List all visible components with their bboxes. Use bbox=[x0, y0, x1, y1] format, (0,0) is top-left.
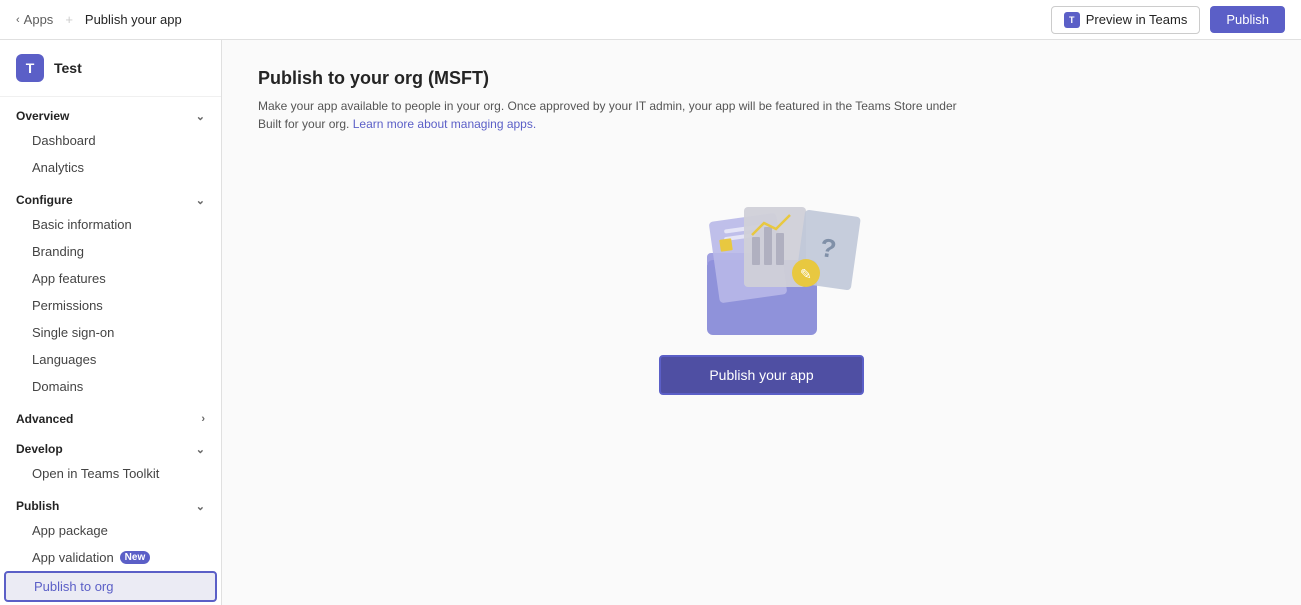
learn-more-link[interactable]: Learn more about managing apps. bbox=[353, 117, 536, 131]
publish-center: ? ✎ Publish your app bbox=[258, 165, 1265, 395]
page-title: Publish to your org (MSFT) bbox=[258, 68, 1265, 89]
app-validation-with-badge: App validation New bbox=[32, 550, 201, 565]
overview-section-header[interactable]: Overview ⌄ bbox=[0, 101, 221, 127]
sidebar-item-branding[interactable]: Branding bbox=[4, 238, 217, 265]
sidebar-section-publish: Publish ⌄ App package App validation New… bbox=[0, 491, 221, 605]
sidebar-section-overview: Overview ⌄ Dashboard Analytics bbox=[0, 101, 221, 181]
publish-illustration: ? ✎ bbox=[652, 165, 872, 345]
app-name: Test bbox=[54, 60, 82, 76]
configure-label: Configure bbox=[16, 193, 73, 207]
overview-label: Overview bbox=[16, 109, 69, 123]
sidebar-item-languages[interactable]: Languages bbox=[4, 346, 217, 373]
publish-section-header[interactable]: Publish ⌄ bbox=[0, 491, 221, 517]
chevron-right-icon: › bbox=[201, 413, 205, 425]
new-badge: New bbox=[120, 551, 151, 564]
sidebar-item-app-package[interactable]: App package bbox=[4, 517, 217, 544]
preview-in-teams-button[interactable]: T Preview in Teams bbox=[1051, 6, 1201, 34]
sidebar-item-analytics[interactable]: Analytics bbox=[4, 154, 217, 181]
sidebar-item-permissions[interactable]: Permissions bbox=[4, 292, 217, 319]
svg-text:✎: ✎ bbox=[800, 266, 812, 282]
topbar-page-title: Publish your app bbox=[85, 12, 182, 27]
advanced-section-header[interactable]: Advanced › bbox=[0, 404, 221, 430]
sidebar-section-develop: Develop ⌄ Open in Teams Toolkit bbox=[0, 434, 221, 487]
sidebar: T Test Overview ⌄ Dashboard Analytics Co… bbox=[0, 40, 222, 605]
back-label[interactable]: Apps bbox=[24, 12, 54, 27]
chevron-down-icon: ⌄ bbox=[196, 110, 205, 123]
topbar-divider: + bbox=[65, 12, 73, 27]
publish-your-app-button[interactable]: Publish your app bbox=[659, 355, 863, 395]
sidebar-app-header: T Test bbox=[0, 40, 221, 97]
sidebar-item-single-sign-on[interactable]: Single sign-on bbox=[4, 319, 217, 346]
sidebar-item-dashboard[interactable]: Dashboard bbox=[4, 127, 217, 154]
teams-logo-icon: T bbox=[1064, 12, 1080, 28]
sidebar-section-configure: Configure ⌄ Basic information Branding A… bbox=[0, 185, 221, 400]
main-layout: T Test Overview ⌄ Dashboard Analytics Co… bbox=[0, 40, 1301, 605]
topbar-right: T Preview in Teams Publish bbox=[1051, 6, 1285, 34]
develop-label: Develop bbox=[16, 442, 63, 456]
app-icon: T bbox=[16, 54, 44, 82]
topbar-publish-button[interactable]: Publish bbox=[1210, 6, 1285, 33]
topbar: ‹ Apps + Publish your app T Preview in T… bbox=[0, 0, 1301, 40]
sidebar-item-publish-to-org[interactable]: Publish to org bbox=[4, 571, 217, 602]
publish-label: Publish bbox=[16, 499, 59, 513]
chevron-down-icon-2: ⌄ bbox=[196, 194, 205, 207]
page-description: Make your app available to people in you… bbox=[258, 97, 978, 133]
app-validation-label: App validation bbox=[32, 550, 114, 565]
topbar-left: ‹ Apps + Publish your app bbox=[16, 12, 182, 27]
sidebar-section-advanced: Advanced › bbox=[0, 404, 221, 430]
main-content: Publish to your org (MSFT) Make your app… bbox=[222, 40, 1301, 605]
advanced-label: Advanced bbox=[16, 412, 73, 426]
sidebar-item-open-in-teams-toolkit[interactable]: Open in Teams Toolkit bbox=[4, 460, 217, 487]
sidebar-item-app-features[interactable]: App features bbox=[4, 265, 217, 292]
chevron-down-icon-4: ⌄ bbox=[196, 500, 205, 513]
sidebar-item-domains[interactable]: Domains bbox=[4, 373, 217, 400]
chevron-down-icon-3: ⌄ bbox=[196, 443, 205, 456]
chevron-left-icon: ‹ bbox=[16, 14, 20, 26]
develop-section-header[interactable]: Develop ⌄ bbox=[0, 434, 221, 460]
back-button[interactable]: ‹ Apps bbox=[16, 12, 53, 27]
configure-section-header[interactable]: Configure ⌄ bbox=[0, 185, 221, 211]
sidebar-item-app-validation[interactable]: App validation New bbox=[4, 544, 217, 571]
sidebar-item-basic-information[interactable]: Basic information bbox=[4, 211, 217, 238]
preview-label: Preview in Teams bbox=[1086, 12, 1188, 27]
